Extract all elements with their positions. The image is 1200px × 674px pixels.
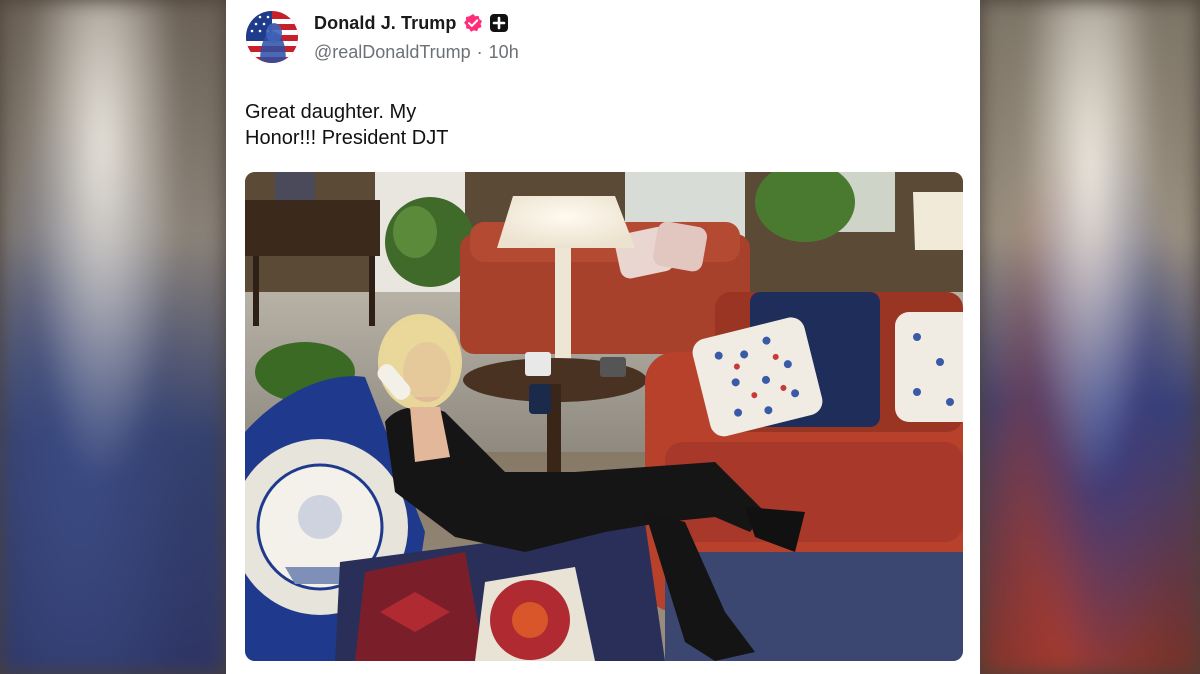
- plus-badge-icon: [489, 13, 509, 33]
- photo-media: [245, 172, 963, 661]
- meta-separator: ·: [476, 42, 483, 62]
- avatar[interactable]: [246, 11, 298, 63]
- avatar-image: [246, 11, 298, 63]
- handle-row: @realDonaldTrump · 10h: [314, 42, 519, 63]
- blurred-backdrop-right: [980, 0, 1200, 674]
- author-name[interactable]: Donald J. Trump: [314, 13, 457, 34]
- author-handle[interactable]: @realDonaldTrump: [314, 42, 471, 63]
- post-time[interactable]: 10h: [489, 42, 519, 63]
- blurred-backdrop-left: [0, 0, 226, 674]
- verified-badge-icon: [463, 13, 483, 33]
- post-card: Donald J. Trump @realDonaldTrump · 10h G…: [226, 0, 980, 674]
- post-text-line: Honor!!! President DJT: [245, 127, 449, 149]
- post-photo[interactable]: [245, 172, 963, 661]
- post-text-line: Great daughter. My: [245, 101, 417, 123]
- post-text: Great daughter. My Honor!!! President DJ…: [245, 99, 945, 151]
- author-row: Donald J. Trump: [314, 11, 509, 35]
